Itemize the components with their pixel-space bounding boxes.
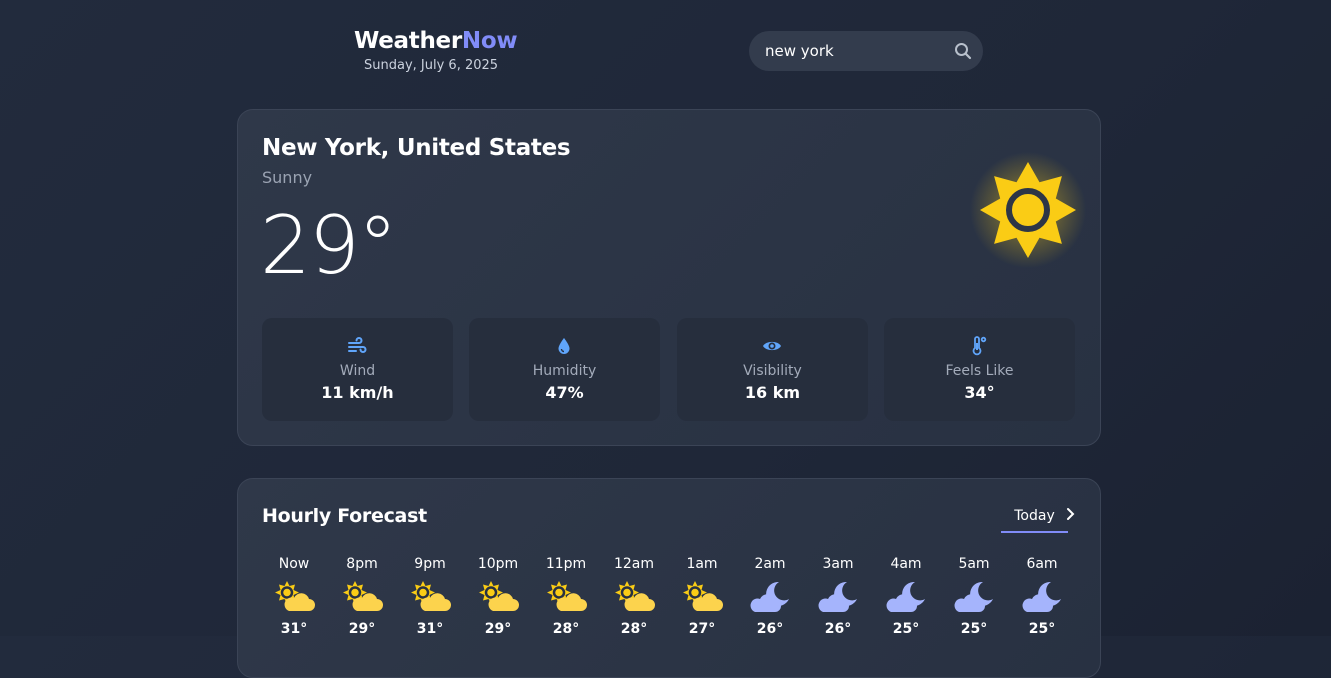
current-temperature: 29° [260,199,398,292]
current-weather-card: New York, United States Sunny 29° Wind 1… [237,109,1101,446]
hour-item: 10pm 29° [464,555,532,637]
hour-label: 10pm [477,556,519,572]
stat-wind: Wind 11 km/h [262,318,453,421]
hour-label: 5am [958,556,990,572]
hour-label: 12am [613,556,655,572]
hour-item: 4am 25° [872,555,940,637]
app-title: WeatherNow [354,27,524,55]
hour-temperature: 28° [552,621,580,637]
search-input[interactable] [765,31,945,71]
hour-temperature: 29° [348,621,376,637]
hour-temperature: 25° [1028,621,1056,637]
stat-value: 34° [964,383,995,402]
header: WeatherNow Sunday, July 6, 2025 [0,0,1331,100]
eye-icon [761,335,783,357]
hour-label: Now [278,556,310,572]
hour-temperature: 25° [960,621,988,637]
hour-temperature: 27° [688,621,716,637]
hour-temperature: 25° [892,621,920,637]
stat-label: Humidity [532,363,597,379]
partly-sunny-icon [409,579,451,615]
partly-sunny-icon [477,579,519,615]
thermometer-icon [968,335,990,357]
search-bar [749,31,983,71]
hourly-forecast-card: Hourly Forecast Today Now 31° 8pm 29° 9pm 31°… [237,478,1101,678]
hour-item: 11pm 28° [532,555,600,637]
stat-label: Feels Like [945,363,1014,379]
hour-label: 1am [686,556,718,572]
stat-value: 11 km/h [321,383,394,402]
brand: WeatherNow Sunday, July 6, 2025 [354,27,524,74]
cloudy-night-icon [953,579,995,615]
hour-item: 6am 25° [1008,555,1076,637]
wind-icon [346,335,368,357]
cloudy-night-icon [1021,579,1063,615]
hour-temperature: 28° [620,621,648,637]
hour-label: 3am [822,556,854,572]
cloudy-night-icon [749,579,791,615]
partly-sunny-icon [341,579,383,615]
hour-temperature: 26° [756,621,784,637]
current-date: Sunday, July 6, 2025 [364,58,499,73]
hour-item: 3am 26° [804,555,872,637]
stat-value: 16 km [744,383,801,402]
hour-label: 8pm [346,556,378,572]
weather-condition: Sunny [262,168,313,187]
partly-sunny-icon [545,579,587,615]
hour-temperature: 29° [484,621,512,637]
location-name: New York, United States [262,135,571,161]
hour-temperature: 31° [280,621,308,637]
cloudy-night-icon [885,579,927,615]
hour-temperature: 26° [824,621,852,637]
hour-temperature: 31° [416,621,444,637]
droplet-icon [553,335,575,357]
hour-item: 2am 26° [736,555,804,637]
hour-label: 9pm [414,556,446,572]
stat-label: Wind [339,363,376,379]
hourly-title: Hourly Forecast [262,505,427,527]
tab-today[interactable]: Today [1001,508,1068,533]
hour-item: 5am 25° [940,555,1008,637]
partly-sunny-icon [681,579,723,615]
weather-stats: Wind 11 km/h Humidity 47% Visibility 16 … [262,318,1076,422]
hour-item: 8pm 29° [328,555,396,637]
stat-visibility: Visibility 16 km [677,318,868,421]
cloudy-night-icon [817,579,859,615]
brand-main: Weather [354,28,462,54]
sun-icon [970,152,1086,268]
chevron-right-icon[interactable] [1064,506,1078,522]
partly-sunny-icon [613,579,655,615]
hour-item: 9pm 31° [396,555,464,637]
hour-item: Now 31° [260,555,328,637]
hour-label: 11pm [545,556,587,572]
hour-label: 4am [890,556,922,572]
search-icon[interactable] [953,41,973,61]
brand-accent: Now [461,28,518,54]
hour-item: 1am 27° [668,555,736,637]
hour-item: 12am 28° [600,555,668,637]
stat-label: Visibility [743,363,802,379]
hour-label: 6am [1026,556,1058,572]
hour-label: 2am [754,556,786,572]
stat-value: 47% [545,383,584,402]
partly-sunny-icon [273,579,315,615]
stat-feels-like: Feels Like 34° [884,318,1075,421]
stat-humidity: Humidity 47% [469,318,660,421]
